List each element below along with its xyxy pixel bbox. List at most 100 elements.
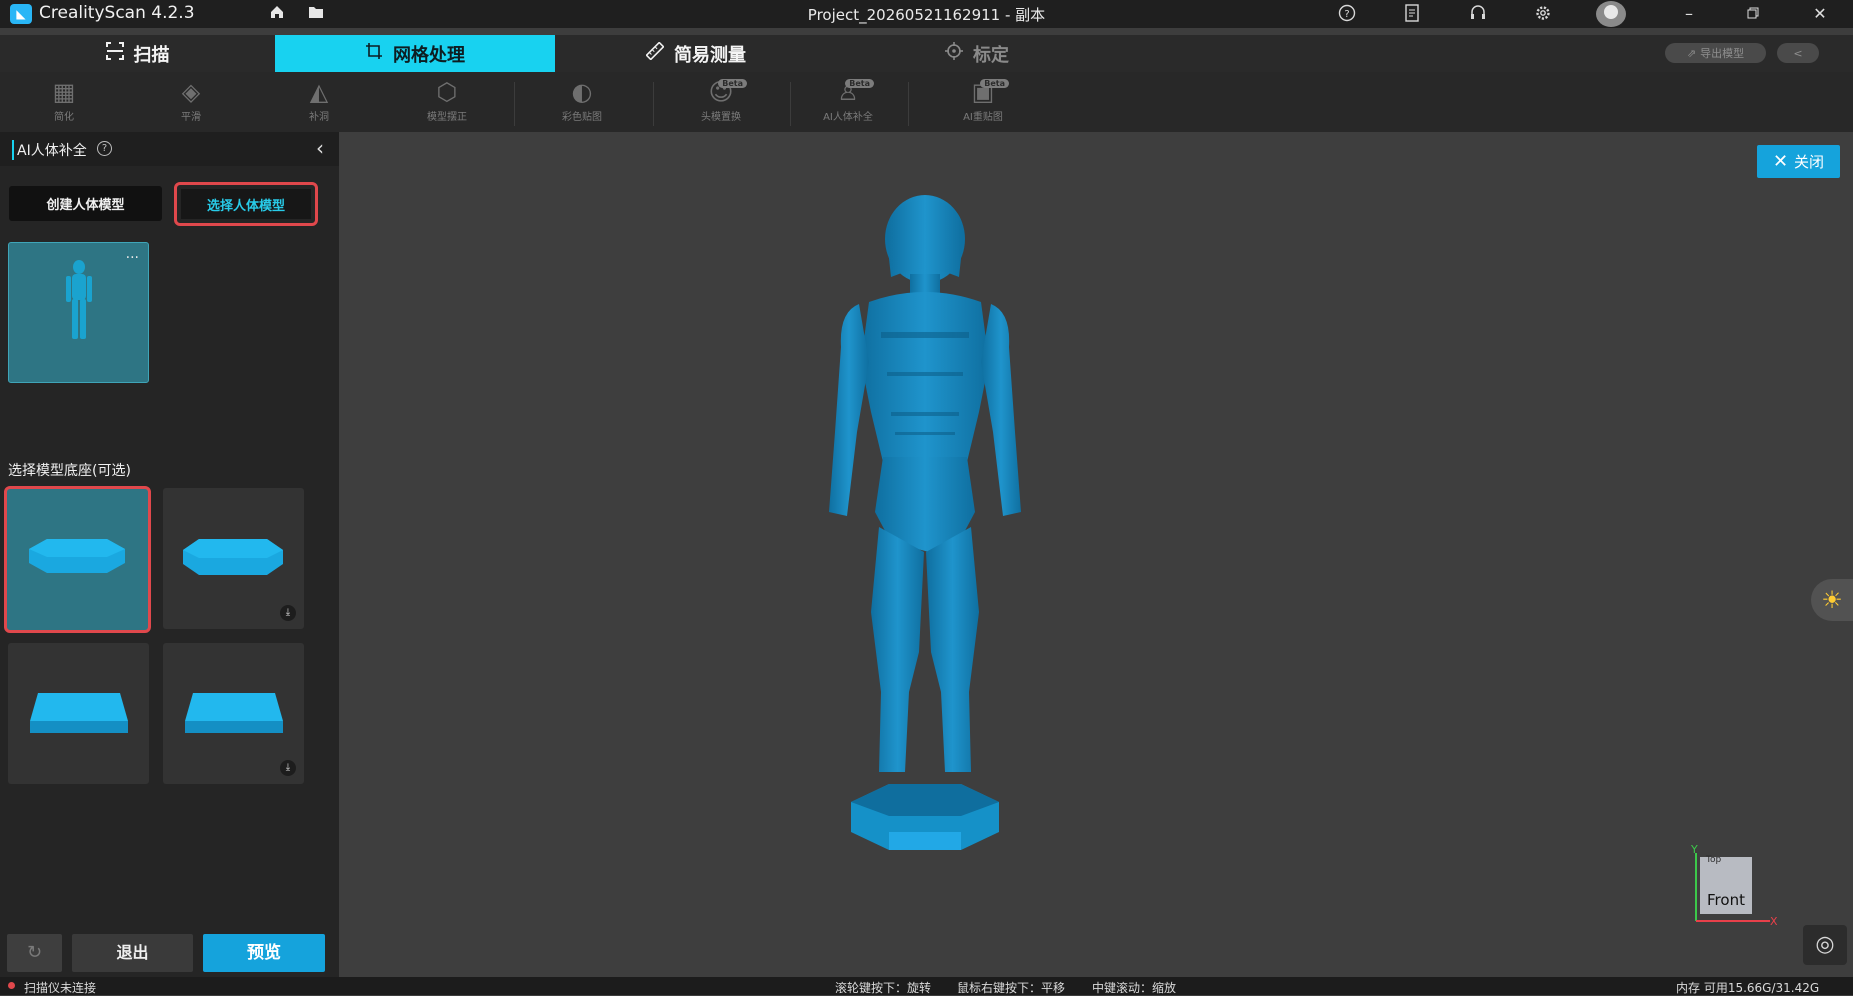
tool-simplify[interactable]: ▦ 简化 — [24, 76, 104, 130]
tool-label: AI重贴图 — [963, 112, 1003, 123]
fill-holes-icon: ◭ — [309, 78, 329, 106]
square-base-icon — [30, 693, 128, 733]
target-icon: ◎ — [1815, 932, 1835, 957]
exit-button[interactable]: 退出 — [72, 934, 193, 972]
beta-badge: Beta — [718, 79, 747, 88]
toolbar-divider — [908, 82, 909, 126]
create-body-model-button[interactable]: 创建人体模型 — [9, 186, 162, 221]
share-button[interactable]: < — [1777, 43, 1819, 63]
ai-body-panel: AI人体补全 ? ‹ 创建人体模型 选择人体模型 ··· 选择模型底座(可选) — [0, 132, 339, 977]
base-option-octagon-1[interactable] — [4, 486, 151, 633]
app-title: CrealityScan 4.2.3 — [39, 3, 195, 23]
toolbar-divider — [514, 82, 515, 126]
toolbar-divider — [790, 82, 791, 126]
tool-ai-retexture[interactable]: ▣ Beta AI重贴图 — [943, 76, 1023, 130]
chevron-left-icon[interactable]: ‹ — [316, 136, 324, 160]
axis-x-label: X — [1770, 915, 1778, 925]
octagon-base-icon — [29, 539, 125, 573]
base-option-square-1[interactable] — [8, 643, 149, 784]
tool-label: 模型摆正 — [427, 112, 467, 123]
export-icon: ⇗ — [1686, 46, 1697, 60]
mesh-toolbar: ▦ 简化 ◈ 平滑 ◭ 补洞 ⬡ 模型摆正 ◐ 彩色贴图 ☺ Beta 头模置换… — [0, 72, 1853, 132]
model-base — [851, 784, 999, 850]
tab-scan[interactable]: 扫描 — [0, 35, 275, 72]
tool-smooth[interactable]: ◈ 平滑 — [151, 76, 231, 130]
hint-pan: 鼠标右键按下：平移 — [957, 981, 1066, 995]
app-logo-icon: ◣ — [10, 4, 32, 24]
beta-badge: Beta — [845, 79, 874, 88]
smooth-icon: ◈ — [181, 78, 201, 106]
crosshair-icon — [945, 42, 963, 65]
tool-label: 补洞 — [309, 112, 329, 123]
memory-usage: 内存 可用15.66G/31.42G — [1676, 981, 1820, 995]
axis-y-label: Y — [1690, 845, 1698, 856]
tab-label: 标定 — [973, 44, 1009, 66]
tool-head-replace[interactable]: ☺ Beta 头模置换 — [681, 76, 761, 130]
close-panel-button[interactable]: ✕ 关闭 — [1757, 145, 1840, 178]
status-bar: 扫描仪未连接 滚轮键按下：旋转 鼠标右键按下：平移 中键滚动：缩放 内存 可用1… — [0, 977, 1853, 995]
crop-frame-icon — [365, 42, 383, 65]
restore-icon[interactable] — [1735, 2, 1771, 26]
body-figure-thumb — [66, 260, 92, 339]
home-icon[interactable] — [267, 4, 287, 24]
lighting-toggle[interactable]: ☀ — [1811, 579, 1853, 621]
download-icon[interactable]: ⤓ — [280, 760, 296, 776]
close-label: 关闭 — [1794, 153, 1825, 171]
tab-simple-measure[interactable]: 简易测量 — [555, 35, 837, 72]
headset-support-icon[interactable] — [1468, 4, 1488, 24]
scanner-status: 扫描仪未连接 — [24, 981, 97, 995]
select-body-model-button[interactable]: 选择人体模型 — [181, 189, 311, 219]
folder-icon[interactable] — [306, 4, 326, 24]
tool-color-texture[interactable]: ◐ 彩色贴图 — [542, 76, 622, 130]
hint-rotate: 滚轮键按下：旋转 — [835, 981, 932, 995]
title-bar: ◣ CrealityScan 4.2.3 Project_20260521162… — [0, 0, 1853, 28]
tool-label: 平滑 — [181, 112, 201, 123]
beta-badge: Beta — [980, 79, 1009, 88]
gear-icon[interactable] — [1533, 4, 1553, 24]
tool-ai-body-complete[interactable]: ♙ Beta AI人体补全 — [808, 76, 888, 130]
select-body-model-highlight: 选择人体模型 — [174, 182, 318, 226]
close-window-icon[interactable]: ✕ — [1802, 2, 1838, 26]
tool-align-model[interactable]: ⬡ 模型摆正 — [407, 76, 487, 130]
axis-gizmo: Y X — [1690, 845, 1778, 925]
disconnected-indicator-icon — [8, 982, 15, 989]
tool-fill-holes[interactable]: ◭ 补洞 — [279, 76, 359, 130]
tab-calibrate[interactable]: 标定 — [837, 35, 1117, 72]
base-section-label: 选择模型底座(可选) — [8, 463, 131, 479]
reset-button[interactable]: ↻ — [7, 934, 62, 972]
panel-title: AI人体补全 — [12, 140, 87, 160]
download-icon[interactable]: ⤓ — [280, 605, 296, 621]
svg-text:?: ? — [1344, 9, 1349, 20]
preview-button[interactable]: 预览 — [203, 934, 325, 972]
refresh-icon: ↻ — [26, 942, 43, 963]
user-avatar[interactable] — [1596, 1, 1626, 27]
tool-label: 简化 — [54, 112, 74, 123]
cube-align-icon: ⬡ — [436, 78, 458, 106]
recenter-view-button[interactable]: ◎ — [1803, 925, 1847, 965]
human-model-render — [829, 195, 1021, 850]
tab-label: 简易测量 — [674, 44, 746, 66]
3d-viewport[interactable] — [339, 132, 1853, 977]
panel-header: AI人体补全 ? ‹ — [0, 132, 339, 166]
simplify-icon: ▦ — [52, 78, 76, 106]
scan-frame-icon — [105, 42, 124, 65]
tool-label: 彩色贴图 — [562, 112, 602, 123]
toolbar-divider — [653, 82, 654, 126]
tab-label: 网格处理 — [393, 44, 465, 66]
mode-tab-bar: 扫描 网格处理 简易测量 标定 ⇗ 导出模型 < — [0, 35, 1853, 72]
base-option-octagon-2[interactable]: ⤓ — [163, 488, 304, 629]
tool-label: 头模置换 — [701, 112, 741, 123]
close-icon: ✕ — [1772, 151, 1789, 172]
hint-zoom: 中键滚动：缩放 — [1092, 981, 1177, 995]
document-icon[interactable] — [1402, 4, 1422, 24]
export-model-button[interactable]: ⇗ 导出模型 — [1665, 43, 1766, 63]
tool-label: AI人体补全 — [823, 112, 873, 123]
body-model-thumbnail[interactable]: ··· — [8, 242, 149, 383]
help-icon[interactable]: ? — [97, 141, 112, 156]
tab-label: 扫描 — [133, 44, 170, 66]
base-option-square-2[interactable]: ⤓ — [163, 643, 304, 784]
help-circle-icon[interactable]: ? — [1337, 4, 1357, 24]
minimize-icon[interactable]: – — [1671, 2, 1707, 26]
tab-mesh-processing[interactable]: 网格处理 — [275, 35, 555, 72]
ruler-icon — [645, 41, 665, 65]
